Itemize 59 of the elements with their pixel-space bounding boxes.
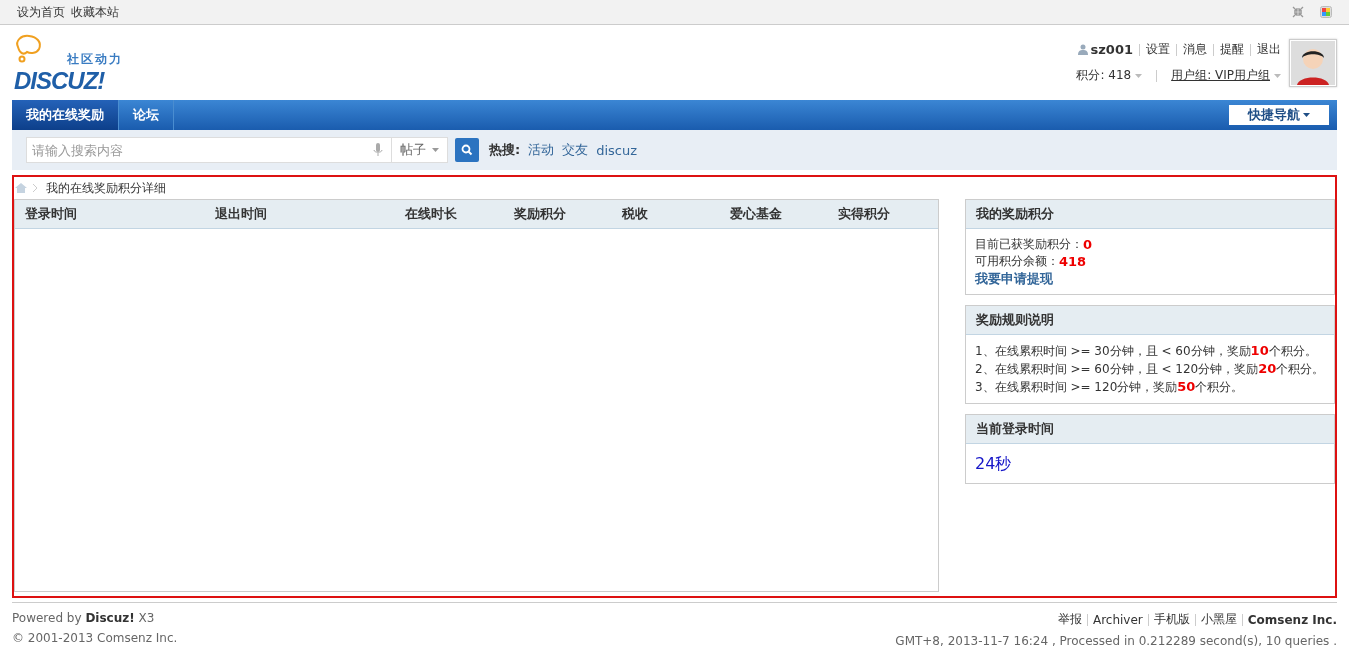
status-text: GMT+8, 2013-11-7 16:24 , Processed in 0.212289 second(s), 10 queries . — [895, 634, 1337, 648]
user-menu-link[interactable]: 退出 — [1257, 41, 1281, 58]
column-header: 退出时间 — [214, 205, 268, 223]
logo-wordmark: DISCUZ! — [14, 68, 105, 93]
usergroup-link[interactable]: 用户组: VIP用户组 — [1171, 67, 1270, 84]
rule-text: 3、在线累积时间 >= 120分钟，奖励50个积分。 — [975, 379, 1245, 395]
search-type-dropdown[interactable]: 帖子 — [391, 138, 447, 162]
caret-icon — [432, 148, 439, 152]
nav-tab[interactable]: 我的在线奖励 — [12, 100, 119, 130]
caret-icon — [1274, 73, 1281, 78]
card-title: 我的奖励积分 — [966, 200, 1334, 229]
powered-by-text: Powered by Discuz! X3 — [12, 611, 156, 625]
username-link[interactable]: sz001 — [1090, 42, 1133, 57]
search-field[interactable]: 请输入搜索内容 帖子 — [26, 137, 448, 163]
top-link[interactable]: 收藏本站 — [71, 3, 119, 21]
column-header: 在线时长 — [404, 205, 458, 223]
user-menu-link[interactable]: 消息 — [1183, 41, 1207, 58]
credit-label: 可用积分余额： — [975, 254, 1059, 269]
footer-link[interactable]: 举报 — [1057, 611, 1082, 628]
column-header: 爱心基金 — [729, 205, 783, 223]
chevron-icon — [33, 184, 37, 192]
card-title: 当前登录时间 — [966, 415, 1334, 444]
caret-icon — [1303, 113, 1310, 117]
palette-icon[interactable] — [1320, 6, 1332, 18]
footer-link[interactable]: 手机版 — [1153, 611, 1190, 628]
user-menu-link[interactable]: 设置 — [1146, 41, 1170, 58]
credit-value: 418 — [1059, 254, 1087, 269]
caret-icon — [1135, 73, 1143, 78]
breadcrumb-text: 我的在线奖励积分详细 — [46, 179, 166, 197]
column-header: 奖励积分 — [513, 205, 567, 223]
card-title: 奖励规则说明 — [966, 306, 1334, 335]
rule-text: 1、在线累积时间 >= 30分钟，且 < 60分钟，奖励10个积分。 — [975, 343, 1318, 359]
quick-nav-button[interactable]: 快捷导航 — [1229, 105, 1329, 125]
microphone-icon[interactable] — [373, 143, 383, 157]
login-time-value: 24秒 — [975, 453, 1013, 475]
footer-link[interactable]: 小黑屋 — [1200, 611, 1237, 628]
credit-label: 目前已获奖励积分： — [975, 237, 1083, 252]
column-header: 实得积分 — [837, 205, 891, 223]
credit-value: 0 — [1083, 237, 1093, 252]
column-header: 税收 — [621, 205, 649, 223]
logo-tagline: 社区动力 — [67, 50, 123, 68]
user-menu-link[interactable]: 提醒 — [1220, 41, 1244, 58]
hot-search-link[interactable]: discuz — [596, 142, 638, 158]
hot-search-link[interactable]: 交友 — [562, 141, 589, 159]
shrink-icon[interactable] — [1292, 6, 1304, 18]
search-icon — [461, 144, 473, 156]
user-icon — [1077, 44, 1088, 55]
footer-link[interactable]: Comsenz Inc. — [1247, 612, 1337, 627]
copyright-text: © 2001-2013 Comsenz Inc. — [12, 631, 178, 645]
hot-search-label: 热搜: — [489, 141, 521, 159]
avatar-icon[interactable] — [1289, 38, 1337, 87]
withdraw-link[interactable]: 我要申请提现 — [975, 271, 1325, 286]
top-link[interactable]: 设为首页 — [17, 3, 65, 21]
footer-link[interactable]: Archiver — [1092, 612, 1143, 627]
rule-text: 2、在线累积时间 >= 60分钟，且 < 120分钟，奖励20个积分。 — [975, 361, 1325, 377]
column-header: 登录时间 — [24, 205, 78, 223]
hot-search-link[interactable]: 活动 — [528, 141, 555, 159]
search-button[interactable] — [455, 138, 479, 162]
credits-link[interactable]: 积分: 418 — [1076, 67, 1132, 84]
